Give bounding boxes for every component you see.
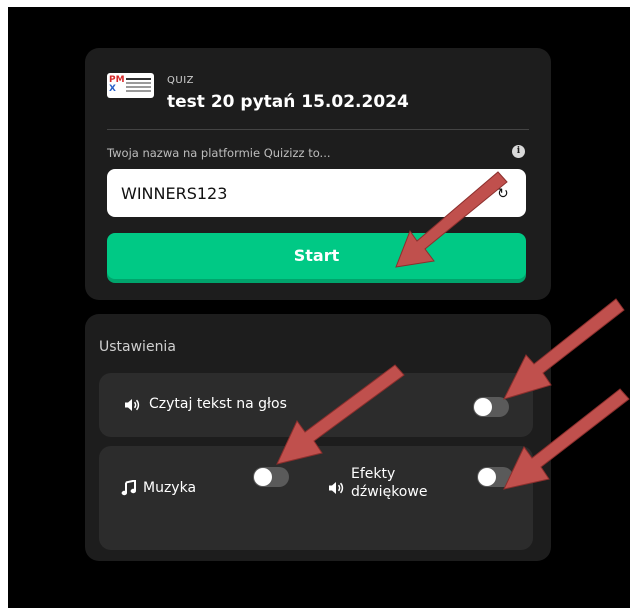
annotation-arrow <box>395 171 508 268</box>
annotation-arrows <box>276 171 630 490</box>
annotation-arrow <box>503 388 630 490</box>
screen: PM Ⅹ QUIZ test 20 pytań 15.02.2024 Twoja … <box>8 7 630 608</box>
annotation-arrow <box>503 298 625 400</box>
annotation-arrow <box>276 364 405 465</box>
